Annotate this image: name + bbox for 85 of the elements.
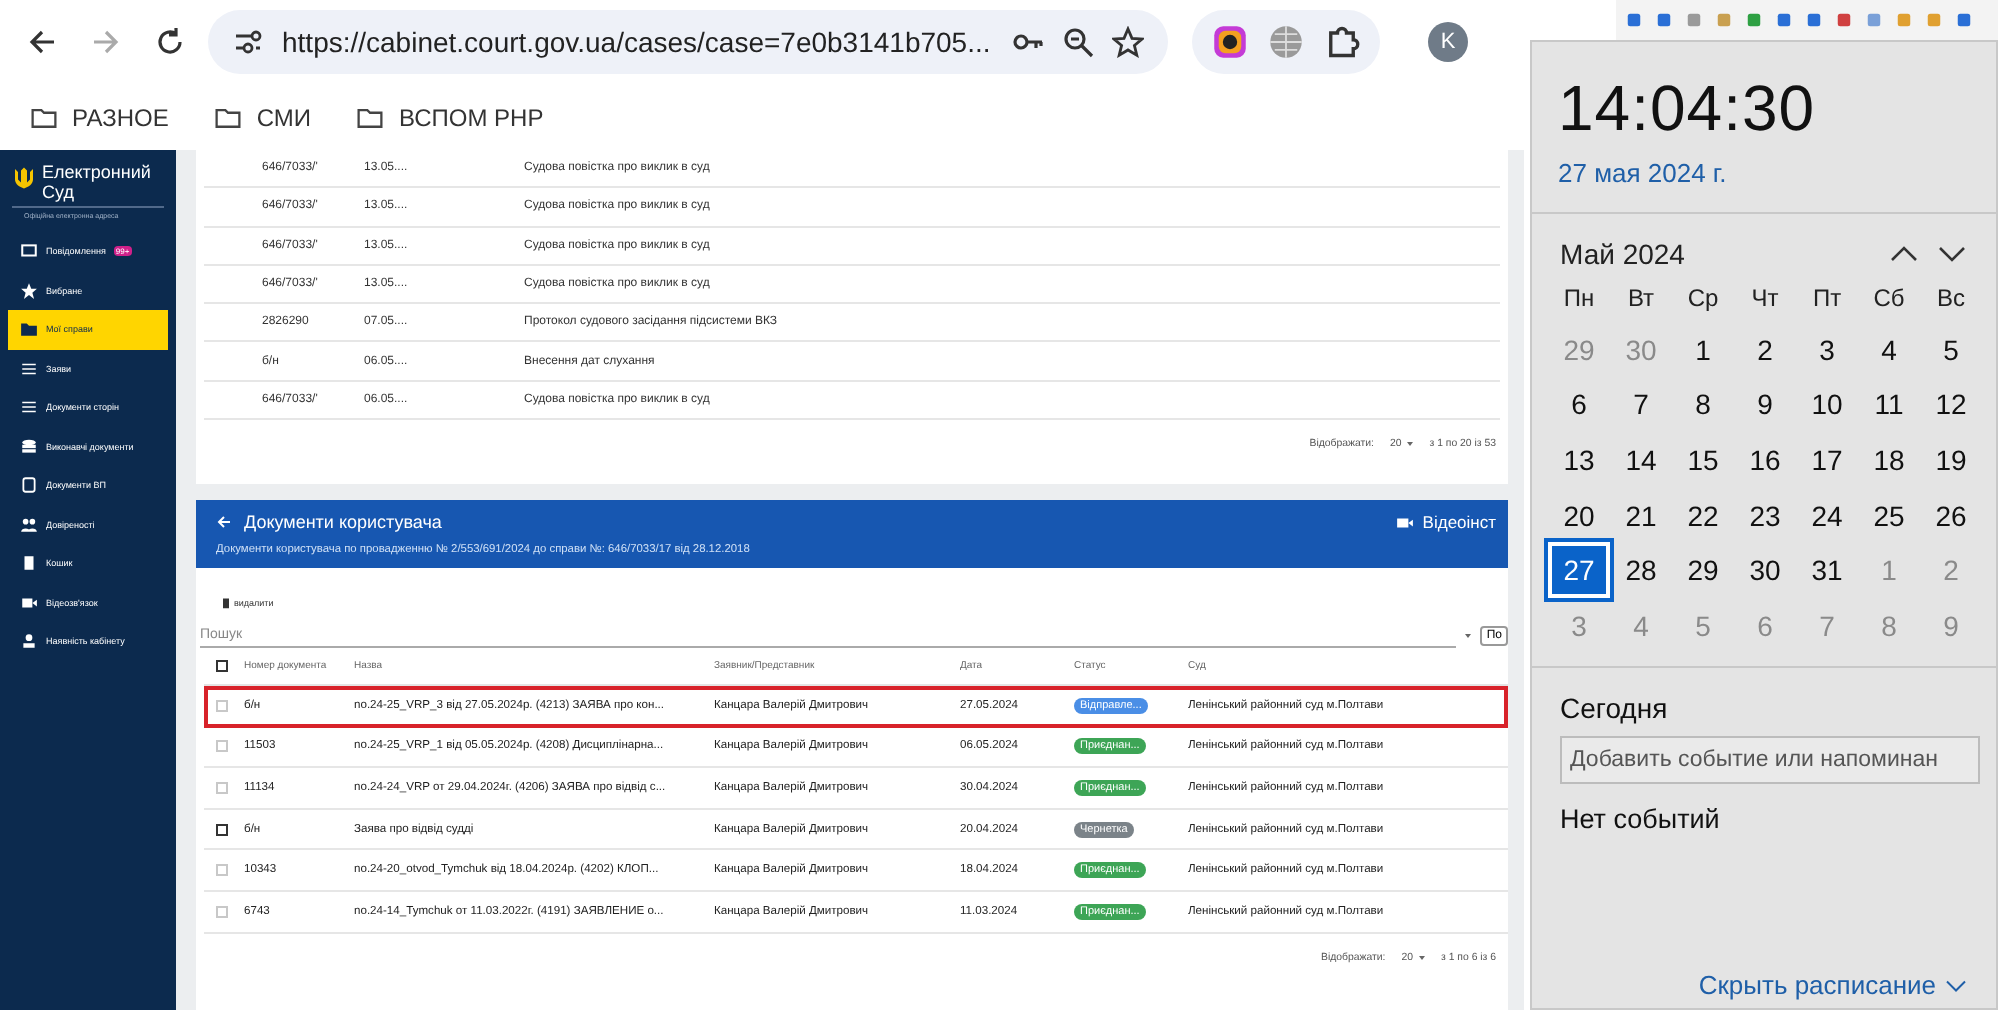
calendar-day[interactable]: 25 xyxy=(1858,487,1920,543)
video-button[interactable]: Відеоінст xyxy=(1396,512,1496,533)
calendar-day[interactable]: 30 xyxy=(1734,542,1796,598)
zoom-icon xyxy=(1062,26,1094,58)
calendar-day[interactable]: 28 xyxy=(1610,542,1672,598)
calendar-day[interactable]: 5 xyxy=(1920,322,1982,378)
weekday-label: Вт xyxy=(1625,282,1657,316)
profile-avatar[interactable]: K xyxy=(1428,22,1468,62)
calendar-day[interactable]: 15 xyxy=(1672,432,1734,488)
video-icon xyxy=(1396,513,1415,532)
weekday-label: Чт xyxy=(1749,282,1781,316)
back-arrow-icon xyxy=(216,514,232,531)
reload-icon xyxy=(154,26,186,58)
database-icon xyxy=(20,437,38,456)
calendar-day[interactable]: 2 xyxy=(1734,322,1796,378)
calendar-day[interactable]: 16 xyxy=(1734,432,1796,488)
calendar-day[interactable]: 19 xyxy=(1920,432,1982,488)
calendar-day[interactable]: 22 xyxy=(1672,487,1734,543)
caret-icon xyxy=(1405,440,1414,449)
calendar-day[interactable]: 20 xyxy=(1548,487,1610,543)
calendar-day[interactable]: 26 xyxy=(1920,487,1982,543)
calendar-day[interactable]: 12 xyxy=(1920,377,1982,433)
calendar-day[interactable]: 23 xyxy=(1734,487,1796,543)
calendar-day[interactable]: 4 xyxy=(1858,322,1920,378)
site-settings-icon xyxy=(232,26,264,58)
globe-icon xyxy=(1268,24,1304,60)
caret-icon xyxy=(1464,631,1473,640)
calendar-day[interactable]: 11 xyxy=(1858,377,1920,433)
weekday-label: Вс xyxy=(1934,282,1967,316)
list-icon xyxy=(20,359,38,378)
calendar-day[interactable]: 17 xyxy=(1796,432,1858,488)
bookmark[interactable]: РАЗНОЕ xyxy=(28,103,169,131)
bookmark[interactable]: ВСПОМ PHP xyxy=(354,103,544,131)
star-icon xyxy=(20,281,38,300)
url-text: https://cabinet.court.gov.ua/cases/case=7e0b3141b705... xyxy=(282,26,993,58)
calendar-day[interactable]: 1 xyxy=(1672,322,1734,378)
calendar-day[interactable]: 27 xyxy=(1548,542,1610,598)
calendar-day[interactable]: 3 xyxy=(1796,322,1858,378)
calendar-day[interactable]: 8 xyxy=(1672,377,1734,433)
document-icon xyxy=(20,476,38,495)
bookmark[interactable]: СМИ xyxy=(212,103,311,131)
trident-icon xyxy=(12,162,36,194)
caret-icon xyxy=(1417,953,1426,962)
hide-schedule-link[interactable]: Скрыть расписание xyxy=(1698,970,1996,1008)
message-icon xyxy=(20,242,38,261)
star-icon xyxy=(1112,26,1144,58)
folder-icon xyxy=(20,320,38,339)
colorful-ring-icon xyxy=(1212,24,1248,60)
video-icon xyxy=(20,593,38,612)
extensions-icon xyxy=(1324,24,1360,60)
weekday-label: Пт xyxy=(1810,282,1844,316)
trash-icon xyxy=(220,596,232,611)
weekday-label: Ср xyxy=(1685,282,1721,316)
event-input-field[interactable]: Добавить событие или напоминан xyxy=(1560,735,1980,784)
weekday-label: Пн xyxy=(1561,282,1597,316)
calendar-day[interactable]: 9 xyxy=(1734,377,1796,433)
clock-time: 14:04:30 xyxy=(1556,70,1818,146)
calendar-day[interactable]: 18 xyxy=(1858,432,1920,488)
person-icon xyxy=(20,632,38,651)
no-events-text: Нет событий xyxy=(1558,801,1722,834)
calendar-day[interactable]: 29 xyxy=(1672,542,1734,598)
calendar-day[interactable]: 21 xyxy=(1610,487,1672,543)
folder-icon xyxy=(354,103,387,131)
month-title: Май 2024 xyxy=(1560,238,1687,270)
trash-icon xyxy=(20,554,38,573)
calendar-day[interactable]: 10 xyxy=(1796,377,1858,433)
forward-arrow-icon xyxy=(90,26,122,58)
card-title: Документи користувача xyxy=(244,512,442,533)
weekday-label: Сб xyxy=(1871,282,1907,316)
select-all-checkbox[interactable] xyxy=(216,660,228,673)
clock-date: 27 мая 2024 г. xyxy=(1556,156,1729,192)
calendar-day[interactable]: 14 xyxy=(1610,432,1672,488)
calendar-day[interactable]: 6 xyxy=(1548,377,1610,433)
calendar-day[interactable]: 31 xyxy=(1796,542,1858,598)
address-bar[interactable]: https://cabinet.court.gov.ua/cases/case=7e0b3141b705... xyxy=(208,10,1168,74)
today-heading: Сегодня xyxy=(1558,689,1670,728)
row-checkbox[interactable] xyxy=(216,823,228,836)
calendar-day[interactable]: 13 xyxy=(1548,432,1610,488)
calendar-day[interactable]: 7 xyxy=(1610,377,1672,433)
back-arrow-icon xyxy=(26,26,58,58)
list-icon xyxy=(20,398,38,417)
folder-icon xyxy=(212,103,245,131)
calendar-day[interactable]: 24 xyxy=(1796,487,1858,543)
people-icon xyxy=(20,515,38,534)
folder-icon xyxy=(28,103,60,131)
